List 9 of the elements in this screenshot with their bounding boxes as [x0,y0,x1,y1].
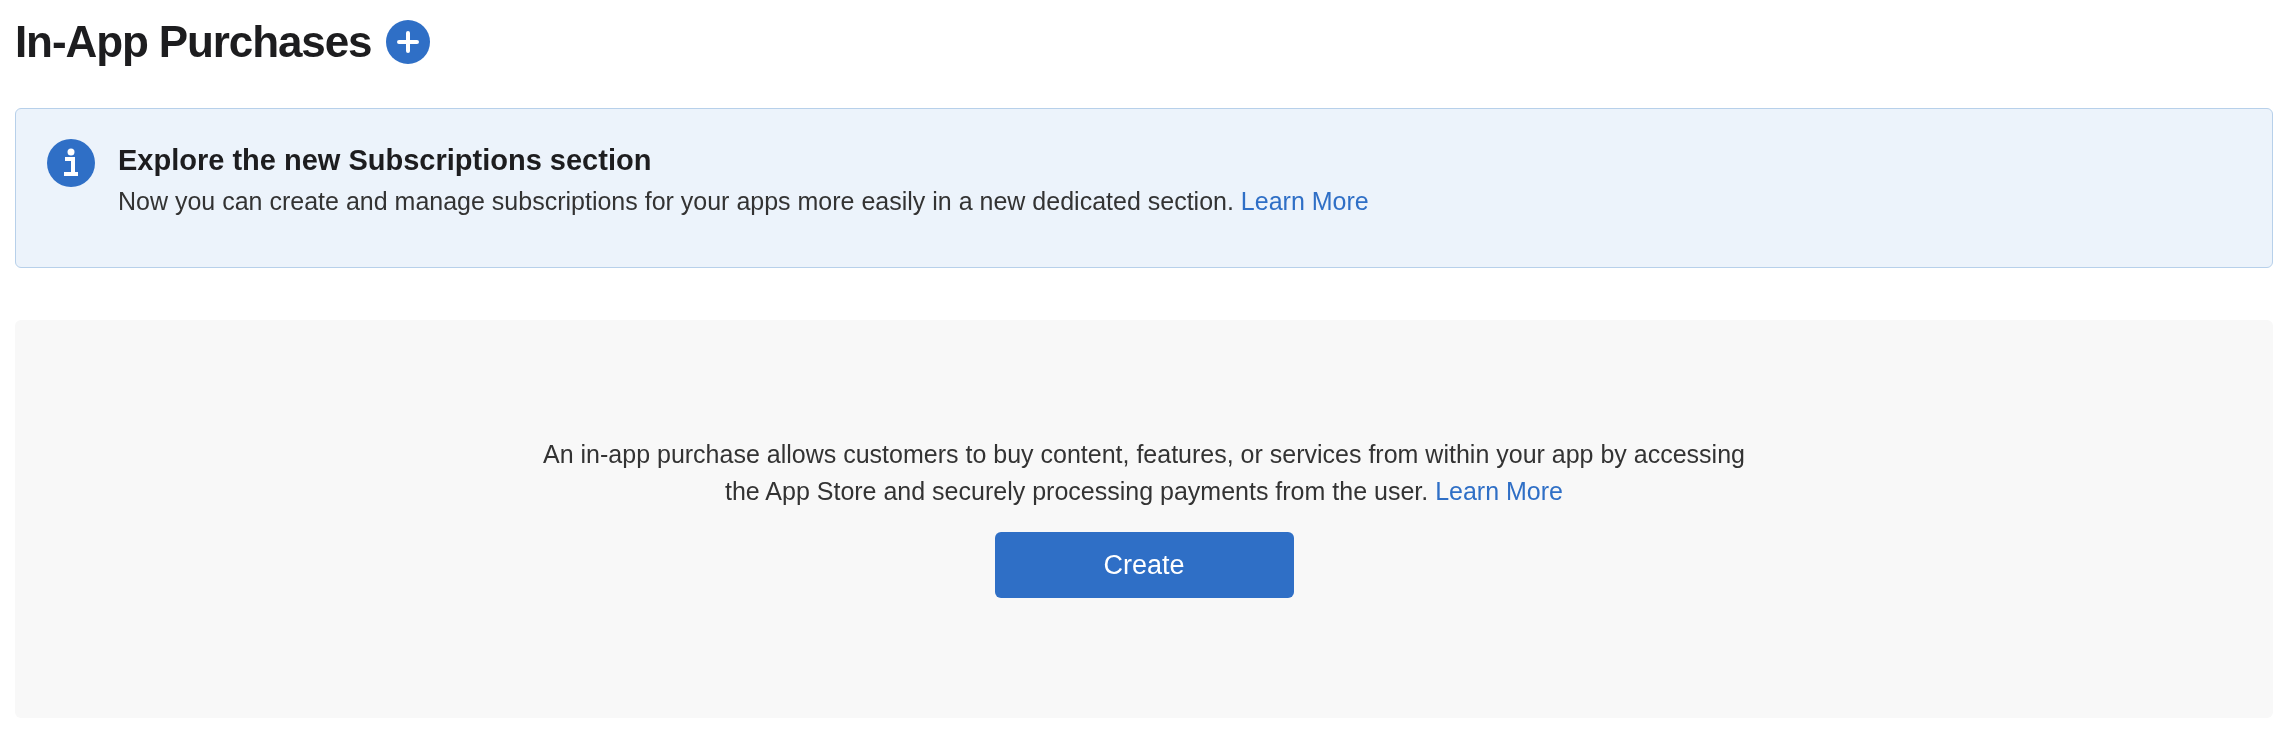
learn-more-link[interactable]: Learn More [1435,477,1563,505]
learn-more-link[interactable]: Learn More [1240,187,1369,215]
add-icon[interactable] [385,20,430,64]
create-button[interactable]: Create [994,532,1294,598]
info-icon [47,139,95,187]
page-title: In-App Purchases [15,20,372,64]
notice-text: Now you can create and manage subscriptions for your apps more easily in a new dedicated section. Learn More [118,186,1369,217]
description-text: An in-app purchase allows customers to buy content, features, or services from within your app by accessing the App Store and securely processing payments from the user. Learn More [542,439,1746,507]
notice-heading: Explore the new Subscriptions section [118,143,653,177]
